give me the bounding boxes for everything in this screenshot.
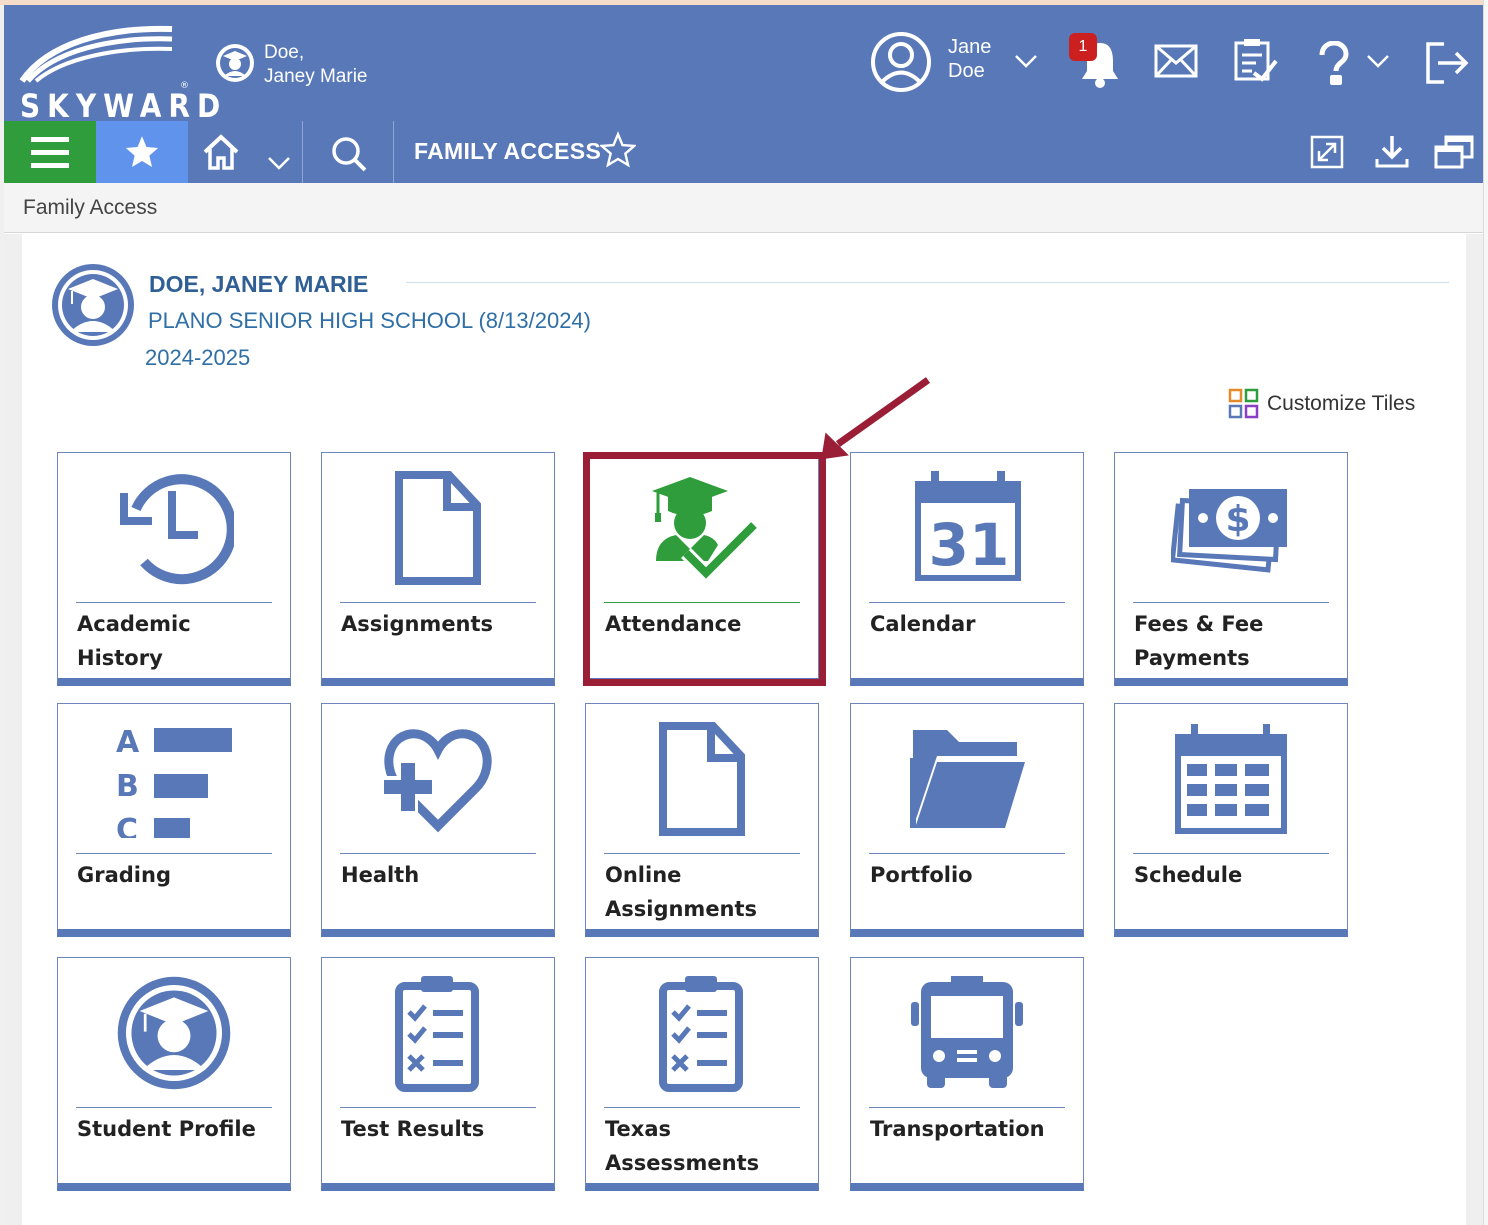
student-name-divider — [406, 282, 1449, 283]
tile-academic-history[interactable]: Academic History — [57, 452, 291, 686]
user-first-name: Jane — [948, 36, 992, 58]
logo-registered-mark: ® — [180, 81, 189, 91]
annotation-arrow-icon — [821, 377, 931, 460]
tile-label: Assignments — [341, 612, 494, 636]
folder-icon — [910, 730, 1025, 828]
grading-icon: A B C — [116, 725, 232, 838]
favorite-star-outline-icon[interactable] — [600, 131, 636, 169]
document-icon — [395, 471, 481, 585]
calendar-icon: 31 — [915, 471, 1021, 581]
nav-title: FAMILY ACCESS — [414, 138, 602, 164]
customize-grid-icon — [1228, 388, 1259, 419]
tile-assignments[interactable]: Assignments — [321, 452, 555, 686]
calendar-day: 31 — [929, 511, 1010, 579]
school-year: 2024-2025 — [145, 345, 251, 370]
menu-button[interactable] — [4, 121, 96, 183]
bus-icon — [911, 976, 1023, 1088]
tile-online-assignments[interactable]: Online Assignments — [585, 703, 819, 937]
schedule-icon — [1175, 724, 1287, 834]
history-icon — [120, 474, 234, 585]
tile-label: Texas Assessments — [605, 1117, 760, 1175]
tasks-icon[interactable] — [1232, 37, 1278, 83]
help-chevron-down-icon[interactable] — [1366, 53, 1390, 69]
tile-label: Portfolio — [870, 863, 973, 887]
tile-label: Test Results — [341, 1117, 485, 1141]
tile-label: Attendance — [605, 612, 742, 636]
favorites-button[interactable] — [96, 121, 188, 183]
tile-student-profile[interactable]: Student Profile — [57, 957, 291, 1191]
header-student-first: Janey Marie — [264, 66, 368, 87]
nav-bar: FAMILY ACCESS — [4, 121, 1483, 183]
tile-label: Grading — [77, 863, 171, 887]
app-header: SKYWARD ® Doe, Janey Marie Jane Doe 1 — [4, 5, 1483, 125]
health-icon — [380, 729, 492, 833]
money-icon: $ — [1171, 489, 1287, 573]
logo-swoosh-icon — [19, 25, 173, 83]
breadcrumb[interactable]: Family Access — [23, 196, 157, 220]
svg-text:A: A — [116, 725, 140, 760]
logo-text: SKYWARD — [20, 87, 228, 125]
tile-attendance[interactable]: Attendance — [585, 452, 819, 686]
tile-label: Transportation — [870, 1117, 1045, 1141]
user-menu-chevron-down-icon[interactable] — [1014, 53, 1038, 69]
tile-label: Calendar — [870, 612, 976, 636]
customize-tiles-label: Customize Tiles — [1267, 392, 1416, 415]
clipboard-icon — [659, 976, 743, 1092]
help-icon[interactable] — [1314, 41, 1350, 87]
document-icon — [659, 722, 745, 836]
content-right-gutter — [1466, 234, 1483, 1225]
svg-text:$: $ — [1225, 499, 1250, 540]
tile-label: Schedule — [1134, 863, 1243, 887]
user-name[interactable]: Jane Doe — [948, 35, 991, 83]
user-last-name: Doe — [948, 60, 985, 82]
student-icon — [117, 976, 231, 1090]
user-avatar-icon[interactable] — [870, 31, 932, 93]
header-student-last: Doe, — [264, 42, 305, 63]
tile-label: Online Assignments — [605, 863, 758, 921]
hamburger-icon — [31, 137, 69, 168]
new-window-icon[interactable] — [1434, 135, 1474, 169]
nav-divider — [393, 121, 394, 183]
tile-label: Health — [341, 863, 420, 887]
student-school: PLANO SENIOR HIGH SCHOOL (8/13/2024) — [148, 308, 591, 333]
tile-transportation[interactable]: Transportation — [850, 957, 1084, 1191]
tile-test-results[interactable]: Test Results — [321, 957, 555, 1191]
nav-divider — [302, 121, 303, 183]
window-right-edge — [1483, 0, 1488, 1225]
skyward-logo[interactable]: SKYWARD ® — [18, 23, 220, 125]
attendance-icon — [652, 477, 759, 583]
notification-badge: 1 — [1069, 33, 1097, 61]
download-icon[interactable] — [1374, 133, 1410, 169]
tile-grading[interactable]: A B C Grading — [57, 703, 291, 937]
student-avatar-icon — [216, 44, 254, 82]
clipboard-icon — [395, 976, 479, 1092]
mail-icon[interactable] — [1154, 43, 1198, 79]
student-photo-icon — [52, 264, 134, 346]
tile-label: Academic History — [77, 612, 191, 670]
tile-label: Fees & Fee Payments — [1134, 612, 1264, 670]
tile-label: Student Profile — [77, 1117, 256, 1141]
tile-schedule[interactable]: Schedule — [1114, 703, 1348, 937]
tile-health[interactable]: Health — [321, 703, 555, 937]
home-icon[interactable] — [202, 133, 240, 171]
search-icon[interactable] — [330, 135, 368, 173]
svg-text:B: B — [116, 769, 139, 804]
tile-texas-assessments[interactable]: Texas Assessments — [585, 957, 819, 1191]
home-chevron-down-icon[interactable] — [267, 155, 291, 171]
svg-text:C: C — [116, 813, 138, 838]
tile-portfolio[interactable]: Portfolio — [850, 703, 1084, 937]
student-name: DOE, JANEY MARIE — [149, 271, 369, 297]
star-icon — [125, 136, 159, 167]
tile-fees[interactable]: $ Fees & Fee Payments — [1114, 452, 1348, 686]
logout-icon[interactable] — [1424, 41, 1470, 85]
header-student-name[interactable]: Doe, Janey Marie — [264, 41, 368, 89]
breadcrumb-bar: Family Access — [4, 183, 1483, 233]
content-left-gutter — [4, 234, 22, 1225]
expand-icon[interactable] — [1310, 135, 1344, 169]
tile-calendar[interactable]: 31 Calendar — [850, 452, 1084, 686]
